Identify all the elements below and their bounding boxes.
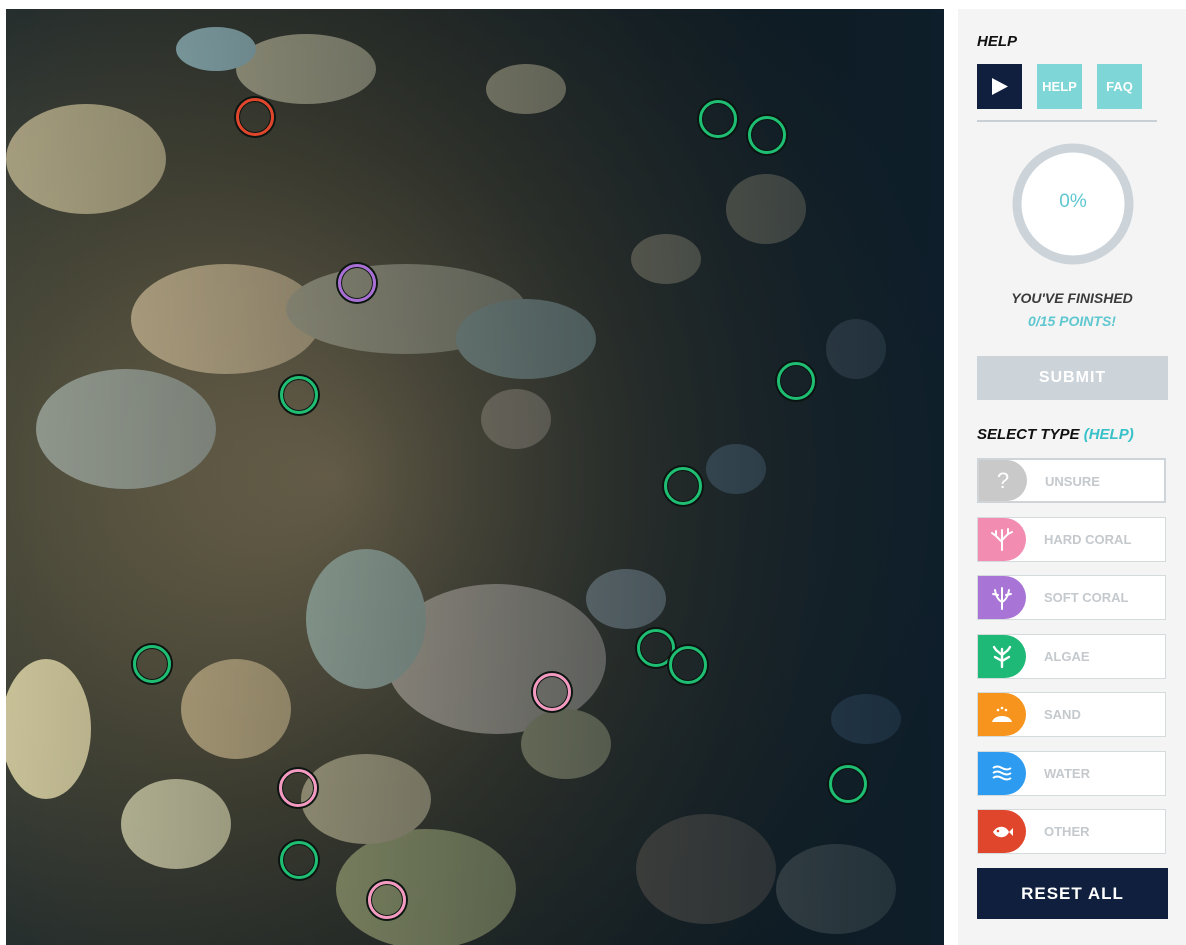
annotation-point-hard-coral[interactable]	[279, 769, 317, 807]
annotation-point-algae[interactable]	[133, 645, 171, 683]
finished-label: YOU'VE FINISHED	[1011, 290, 1133, 306]
type-label: HARD CORAL	[1044, 531, 1132, 547]
annotation-point-algae[interactable]	[280, 841, 318, 879]
soft-coral-icon	[978, 576, 1026, 619]
help-button[interactable]: HELP	[1037, 64, 1082, 109]
divider	[977, 120, 1157, 122]
annotation-point-algae[interactable]	[699, 100, 737, 138]
points-label: 0/15 POINTS!	[1028, 313, 1116, 329]
type-label: WATER	[1044, 765, 1090, 781]
type-label: ALGAE	[1044, 648, 1090, 664]
type-label: SAND	[1044, 707, 1081, 722]
select-type-heading: SELECT TYPE (HELP)	[977, 426, 1134, 443]
type-button-unsure[interactable]: ? UNSURE	[977, 458, 1166, 503]
select-type-title: SELECT TYPE	[977, 426, 1080, 443]
type-button-hard-coral[interactable]: HARD CORAL	[977, 516, 1166, 562]
type-label: UNSURE	[1045, 474, 1100, 489]
type-label: OTHER	[1044, 824, 1090, 839]
annotation-point-hard-coral[interactable]	[533, 673, 571, 711]
play-icon	[992, 78, 1008, 95]
hard-coral-icon	[978, 517, 1026, 561]
annotation-point-algae[interactable]	[748, 116, 786, 154]
water-icon	[978, 751, 1026, 795]
type-label: SOFT CORAL	[1044, 590, 1129, 605]
annotation-point-soft-coral[interactable]	[338, 264, 376, 302]
submit-button[interactable]: SUBMIT	[977, 356, 1168, 400]
type-button-other[interactable]: OTHER	[977, 809, 1166, 854]
type-button-water[interactable]: WATER	[977, 750, 1166, 796]
type-button-algae[interactable]: ALGAE	[977, 633, 1166, 679]
type-button-sand[interactable]: SAND	[977, 692, 1166, 737]
type-button-soft-coral[interactable]: SOFT CORAL	[977, 575, 1166, 620]
reef-image	[6, 9, 944, 945]
faq-button[interactable]: FAQ	[1097, 64, 1142, 109]
annotation-point-algae[interactable]	[280, 376, 318, 414]
algae-icon	[978, 634, 1026, 678]
progress-percent: 0%	[1059, 191, 1087, 212]
side-panel: HELP HELP FAQ 0% YOU'VE FINISHED 0/15 PO…	[958, 9, 1186, 945]
sand-icon	[978, 693, 1026, 736]
annotation-point-algae[interactable]	[664, 467, 702, 505]
reset-all-button[interactable]: RESET ALL	[977, 868, 1168, 919]
select-type-help-link[interactable]: (HELP)	[1084, 426, 1134, 443]
annotation-point-hard-coral[interactable]	[368, 881, 406, 919]
annotation-point-algae[interactable]	[829, 765, 867, 803]
annotation-point-other[interactable]	[236, 98, 274, 136]
play-tutorial-button[interactable]	[977, 64, 1022, 109]
question-icon: ?	[979, 460, 1027, 501]
annotation-point-algae[interactable]	[669, 646, 707, 684]
fish-icon	[978, 810, 1026, 853]
help-title: HELP	[977, 33, 1018, 50]
reef-photo[interactable]	[6, 9, 944, 945]
annotation-point-algae[interactable]	[777, 362, 815, 400]
